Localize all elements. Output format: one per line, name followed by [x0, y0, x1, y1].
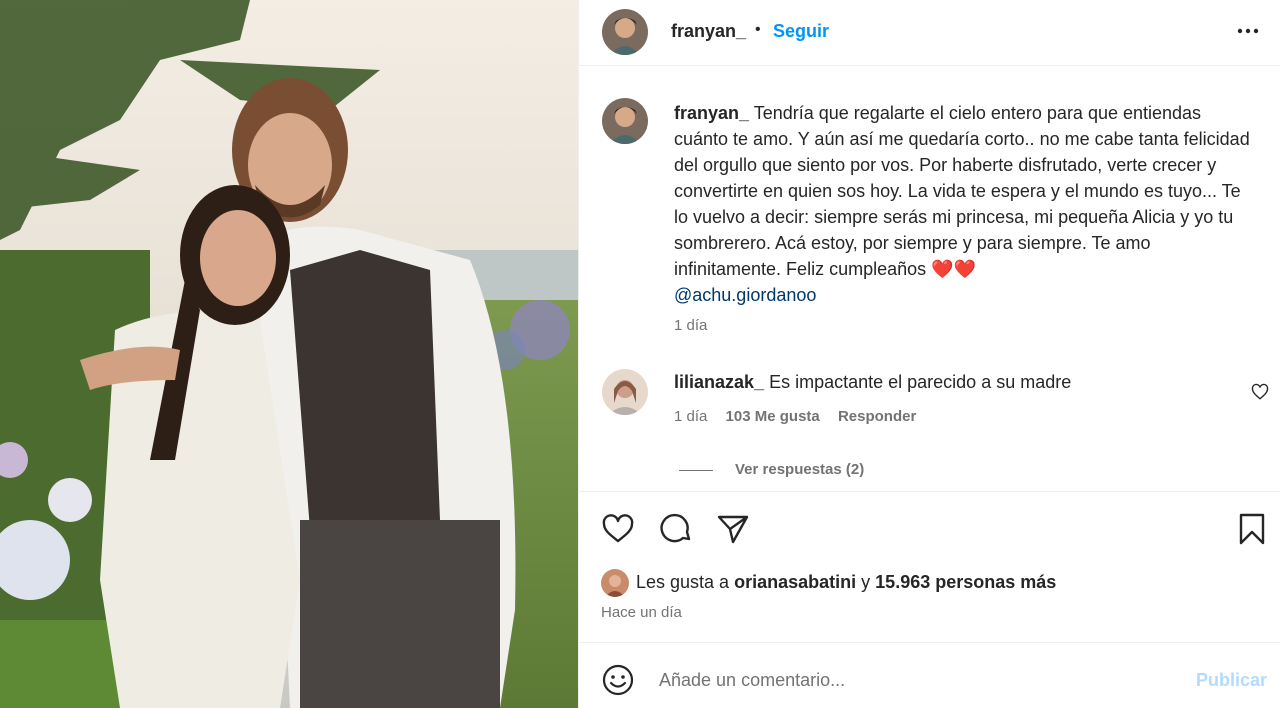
comment-like-count[interactable]: 103 Me gusta: [726, 408, 820, 425]
post-header: franyan_ • Seguir: [579, 0, 1280, 66]
post-photo[interactable]: [0, 0, 578, 708]
comment-body: Es impactante el parecido a su madre: [769, 372, 1072, 392]
comment-timestamp[interactable]: 1 día: [674, 408, 707, 425]
post-date[interactable]: Hace un día: [601, 604, 682, 621]
heart-emoji: ❤️❤️: [931, 259, 976, 279]
bookmark-icon[interactable]: [1235, 512, 1269, 546]
author-username[interactable]: franyan_: [671, 21, 746, 42]
caption-author-avatar[interactable]: [602, 98, 648, 144]
publish-button[interactable]: Publicar: [1196, 670, 1267, 691]
likes-joiner: y: [861, 572, 871, 592]
post-detail-panel: franyan_ • Seguir franyan_ Tendría que r…: [578, 0, 1280, 708]
reply-button[interactable]: Responder: [838, 408, 916, 425]
comment-username[interactable]: lilianazak_: [674, 372, 764, 392]
view-replies-button[interactable]: Ver respuestas (2): [679, 461, 864, 478]
caption-mention-link[interactable]: @achu.giordanoo: [674, 285, 816, 305]
caption-username[interactable]: franyan_: [674, 103, 749, 123]
comment-meta: 1 día 103 Me gusta Responder: [674, 408, 930, 425]
post-image: [0, 0, 578, 708]
share-send-icon[interactable]: [716, 512, 750, 546]
caption-body: Tendría que regalarte el cielo entero pa…: [674, 103, 1250, 279]
comment-text-block: lilianazak_ Es impactante el parecido a …: [674, 372, 1071, 393]
post-actions: Les gusta a orianasabatini y 15.963 pers…: [579, 491, 1280, 642]
follow-button[interactable]: Seguir: [773, 21, 829, 42]
likes-others-link[interactable]: 15.963 personas más: [875, 572, 1056, 592]
liker-username[interactable]: orianasabatini: [734, 572, 856, 592]
replies-divider: [679, 469, 713, 471]
liker-avatar[interactable]: [601, 569, 629, 597]
like-heart-icon[interactable]: [601, 512, 635, 546]
likes-text: Les gusta a orianasabatini y 15.963 pers…: [636, 572, 1056, 593]
commenter-avatar[interactable]: [602, 369, 648, 415]
emoji-icon[interactable]: [601, 663, 635, 697]
caption-timestamp[interactable]: 1 día: [674, 317, 707, 334]
likes-prefix: Les gusta a: [636, 572, 730, 592]
caption-text-block: franyan_ Tendría que regalarte el cielo …: [674, 100, 1254, 308]
comment-bubble-icon[interactable]: [659, 512, 693, 546]
view-replies-label: Ver respuestas (2): [735, 461, 865, 478]
comment-composer: Publicar: [579, 642, 1280, 708]
comment-input[interactable]: [659, 667, 1159, 693]
more-horizontal-icon[interactable]: [1235, 18, 1261, 44]
comment-heart-icon[interactable]: [1251, 383, 1269, 401]
author-avatar[interactable]: [602, 9, 648, 55]
separator-dot: •: [755, 21, 761, 38]
